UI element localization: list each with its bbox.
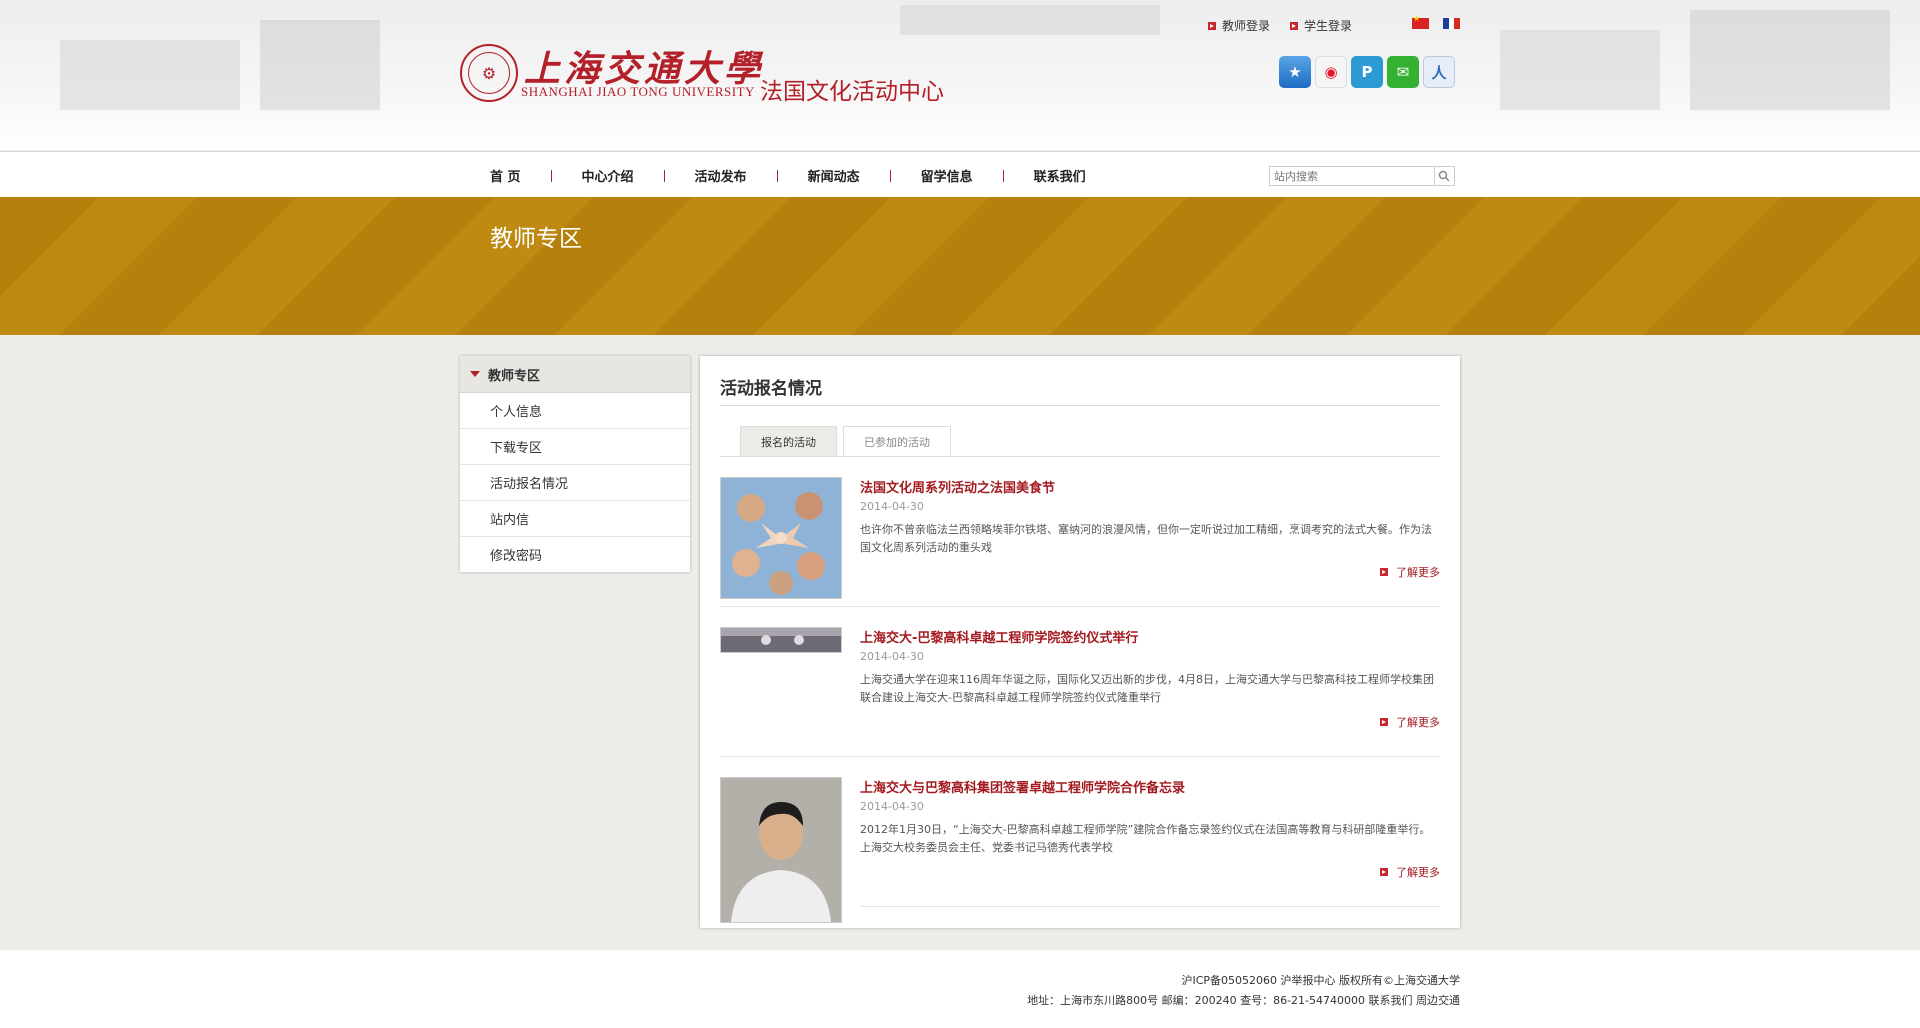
activity-date: 2014-04-30	[860, 650, 924, 663]
wechat-icon[interactable]: ✉	[1387, 56, 1419, 88]
nav-divider	[1002, 169, 1004, 182]
arrow-icon	[1380, 868, 1388, 876]
student-login-label: 学生登录	[1304, 19, 1353, 33]
background-building	[1690, 10, 1890, 110]
read-more-label: 了解更多	[1396, 716, 1440, 729]
social-share-bar: ★ ◉ P ✉ 人	[1279, 56, 1455, 88]
main-nav: 首 页 中心介绍 活动发布 新闻动态 留学信息 联系我们	[490, 166, 1086, 185]
main-navigation-bar: 首 页 中心介绍 活动发布 新闻动态 留学信息 联系我们	[0, 151, 1920, 198]
sidebar: 教师专区 个人信息 下载专区 活动报名情况 站内信 修改密码	[460, 356, 690, 572]
nav-divider	[663, 169, 665, 182]
list-item: 上海交大与巴黎高科集团签署卓越工程师学院合作备忘录 2014-04-30 201…	[720, 777, 1440, 923]
site-header: ⚙ 上海交通大學 SHANGHAI JIAO TONG UNIVERSITY 法…	[0, 0, 1920, 150]
portrait-photo-image	[721, 778, 841, 922]
activity-thumbnail[interactable]	[720, 777, 842, 923]
page-title: 活动报名情况	[720, 379, 822, 399]
nav-item-events[interactable]: 活动发布	[695, 166, 747, 185]
tab-attended-activities[interactable]: 已参加的活动	[843, 426, 951, 456]
nav-divider	[776, 169, 778, 182]
search-input[interactable]	[1270, 167, 1434, 185]
nav-item-contact[interactable]: 联系我们	[1034, 166, 1086, 185]
language-switcher	[1412, 14, 1461, 29]
nav-divider	[889, 169, 891, 182]
footer-copyright: 沪ICP备05052060 沪举报中心 版权所有©上海交通大学	[1181, 974, 1460, 987]
site-title[interactable]: 法国文化活动中心	[760, 72, 944, 106]
item-divider	[720, 606, 1440, 607]
activity-date: 2014-04-30	[860, 800, 924, 813]
signing-ceremony-image	[721, 628, 841, 652]
read-more-link[interactable]: 了解更多	[1380, 714, 1440, 730]
background-building	[260, 20, 380, 110]
item-divider	[860, 906, 1440, 907]
sidebar-heading[interactable]: 教师专区	[460, 356, 690, 393]
site-search	[1269, 166, 1455, 186]
activity-description: 上海交通大学在迎来116周年华诞之际，国际化又迈出新的步伐，4月8日，上海交通大…	[860, 673, 1434, 704]
french-flag-icon[interactable]	[1443, 18, 1461, 29]
nav-item-news[interactable]: 新闻动态	[808, 166, 860, 185]
sidebar-heading-label: 教师专区	[488, 368, 541, 384]
sidebar-item-registrations[interactable]: 活动报名情况	[460, 465, 690, 501]
background-building	[1500, 30, 1660, 110]
search-icon	[1439, 170, 1450, 182]
nav-item-about[interactable]: 中心介绍	[582, 166, 634, 185]
search-button[interactable]	[1433, 167, 1454, 185]
list-item: 法国文化周系列活动之法国美食节 2014-04-30 也许你不曾亲临法兰西领略埃…	[720, 477, 1440, 607]
qzone-icon[interactable]: ★	[1279, 56, 1311, 88]
activity-thumbnail[interactable]	[720, 477, 842, 599]
footer-address: 地址：上海市东川路800号 邮编：200240 查号：86-21-5474000…	[1027, 994, 1460, 1007]
read-more-link[interactable]: 了解更多	[1380, 864, 1440, 880]
teacher-login-link[interactable]: 教师登录	[1208, 17, 1270, 34]
weibo-icon[interactable]: ◉	[1315, 56, 1347, 88]
sidebar-item-messages[interactable]: 站内信	[460, 501, 690, 537]
university-name-en[interactable]: SHANGHAI JIAO TONG UNIVERSITY	[521, 84, 755, 100]
item-divider	[720, 756, 1440, 757]
background-building	[900, 5, 1160, 35]
sidebar-item-profile[interactable]: 个人信息	[460, 393, 690, 429]
group-photo-image	[721, 478, 841, 598]
activity-tabs: 报名的活动 已参加的活动	[740, 426, 951, 456]
renren-icon[interactable]: 人	[1423, 56, 1455, 88]
banner-title: 教师专区	[490, 226, 582, 252]
section-banner: 教师专区	[0, 197, 1920, 335]
activity-title-link[interactable]: 上海交大与巴黎高科集团签署卓越工程师学院合作备忘录	[860, 777, 1185, 796]
chinese-flag-icon[interactable]	[1412, 14, 1429, 29]
nav-item-home[interactable]: 首 页	[490, 166, 521, 185]
background-building	[60, 40, 240, 110]
read-more-label: 了解更多	[1396, 566, 1440, 579]
activity-title-link[interactable]: 法国文化周系列活动之法国美食节	[860, 477, 1055, 496]
arrow-icon	[1290, 21, 1299, 30]
read-more-label: 了解更多	[1396, 866, 1440, 879]
title-divider	[720, 405, 1440, 406]
chevron-down-icon	[470, 371, 480, 377]
seal-inner-icon: ⚙	[468, 52, 510, 94]
sidebar-item-change-password[interactable]: 修改密码	[460, 537, 690, 572]
university-seal-logo[interactable]: ⚙	[460, 44, 518, 102]
arrow-icon	[1380, 568, 1388, 576]
tabs-divider	[720, 456, 1440, 457]
nav-divider	[550, 169, 552, 182]
sidebar-item-downloads[interactable]: 下载专区	[460, 429, 690, 465]
main-content-panel: 活动报名情况 报名的活动 已参加的活动 法国文化周系列活动之法国美食节 2014…	[700, 356, 1460, 928]
student-login-link[interactable]: 学生登录	[1290, 17, 1352, 34]
teacher-login-label: 教师登录	[1222, 19, 1271, 33]
activity-thumbnail[interactable]	[720, 627, 842, 653]
nav-item-study-abroad[interactable]: 留学信息	[921, 166, 973, 185]
activity-description: 也许你不曾亲临法兰西领略埃菲尔铁塔、塞纳河的浪漫风情，但你一定听说过加工精细，烹…	[860, 523, 1432, 554]
list-item: 上海交大-巴黎高科卓越工程师学院签约仪式举行 2014-04-30 上海交通大学…	[720, 627, 1440, 757]
activity-description: 2012年1月30日，“上海交大-巴黎高科卓越工程师学院”建院合作备忘录签约仪式…	[860, 823, 1431, 854]
arrow-icon	[1380, 718, 1388, 726]
activity-title-link[interactable]: 上海交大-巴黎高科卓越工程师学院签约仪式举行	[860, 627, 1138, 646]
tab-registered-activities[interactable]: 报名的活动	[740, 426, 837, 456]
arrow-icon	[1208, 21, 1216, 30]
site-footer: 沪ICP备05052060 沪举报中心 版权所有©上海交通大学 地址：上海市东川…	[0, 950, 1920, 1028]
activity-date: 2014-04-30	[860, 500, 924, 513]
tencent-weibo-icon[interactable]: P	[1351, 56, 1383, 88]
login-links: 教师登录 学生登录	[1208, 17, 1352, 34]
read-more-link[interactable]: 了解更多	[1380, 564, 1440, 580]
